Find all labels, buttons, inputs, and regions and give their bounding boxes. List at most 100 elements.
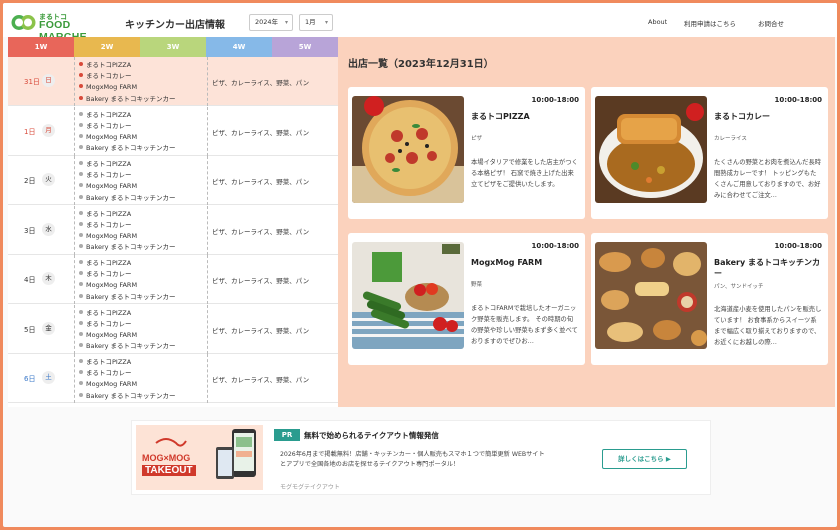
week-tab-3[interactable]: 3W — [140, 37, 206, 57]
pr-details-button[interactable]: 詳しくはこちら ▶ — [602, 449, 687, 469]
calendar-day-row[interactable]: 1日月 まるトコPIZZA まるトコカレー MogxMog FARM Bakery まる… — [8, 106, 338, 156]
shop-list-item[interactable]: まるトコPIZZA — [79, 258, 176, 269]
bullet-icon — [79, 145, 83, 150]
card-time: 10:00-18:00 — [774, 242, 822, 250]
card-description: たくさんの野菜とお肉を煮込んだ長時間熟成カレーです！ トッピングもたくさんご用意… — [714, 159, 822, 199]
shop-list-item[interactable]: Bakery まるトコキッチンカー — [79, 292, 176, 303]
shop-list: まるトコPIZZA まるトコカレー MogxMog FARM Bakery まるトコキ… — [79, 60, 176, 105]
shop-list-item[interactable]: Bakery まるトコキッチンカー — [79, 391, 176, 402]
shop-list-item[interactable]: MogxMog FARM — [79, 379, 176, 390]
site-logo[interactable]: まるトコ FOOD MARCHE — [11, 12, 121, 43]
card-category: パン、サンドイッチ — [714, 284, 764, 290]
pizza-image — [352, 96, 464, 203]
bullet-icon — [79, 392, 83, 397]
shop-list: まるトコPIZZA まるトコカレー MogxMog FARM Bakery まるトコキ… — [79, 258, 176, 303]
pr-tag: PR — [274, 429, 300, 441]
day-cell: 3日水 — [8, 206, 72, 255]
shop-card[interactable]: 10:00-18:00 MogxMog FARM 野菜 まるトコFARMで栽培し… — [348, 233, 585, 365]
week-tab-label: 3W — [166, 43, 180, 51]
shop-list-item[interactable]: MogxMog FARM — [79, 132, 176, 143]
shop-list-item[interactable]: Bakery まるトコキッチンカー — [79, 143, 176, 154]
day-of-week-badge: 火 — [42, 173, 55, 186]
day-cell: 1日月 — [8, 107, 72, 156]
nav-about[interactable]: About — [648, 18, 667, 26]
shop-list-item[interactable]: MogxMog FARM — [79, 181, 176, 192]
shop-name: まるトコカレー — [86, 121, 132, 130]
bullet-icon — [79, 210, 83, 215]
shop-name: Bakery まるトコキッチンカー — [86, 144, 176, 153]
week-tab-4[interactable]: 4W — [206, 37, 272, 57]
shop-list-item[interactable]: まるトコカレー — [79, 121, 176, 132]
year-select[interactable]: 2024年 ▾ — [249, 14, 293, 31]
shop-list-item[interactable]: まるトコカレー — [79, 71, 176, 82]
bullet-icon — [79, 260, 83, 264]
calendar-day-row[interactable]: 6日土 まるトコPIZZA まるトコカレー MogxMog FARM Bakery まる… — [8, 354, 338, 403]
shop-list-item[interactable]: まるトコPIZZA — [79, 159, 176, 170]
day-number: 6日 — [24, 375, 36, 383]
week-tab-1[interactable]: 1W — [8, 37, 74, 57]
nav-contact[interactable]: お問合せ — [758, 18, 784, 28]
shop-list-item[interactable]: まるトコPIZZA — [79, 308, 176, 319]
calendar-day-row[interactable]: 2日火 まるトコPIZZA まるトコカレー MogxMog FARM Bakery まる… — [8, 156, 338, 205]
calendar-day-row[interactable]: 31日日 まるトコPIZZA まるトコカレー MogxMog FARM Bakery ま… — [8, 57, 338, 106]
bullet-icon — [79, 293, 83, 298]
shop-list-item[interactable]: まるトコカレー — [79, 220, 176, 231]
shop-list-item[interactable]: まるトコカレー — [79, 170, 176, 181]
week-tab-5[interactable]: 5W — [272, 37, 338, 57]
shop-name: まるトコカレー — [86, 220, 132, 229]
shop-list-item[interactable]: MogxMog FARM — [79, 280, 176, 291]
shop-list: まるトコPIZZA まるトコカレー MogxMog FARM Bakery まるトコキ… — [79, 308, 176, 353]
page-title: キッチンカー出店情報 — [125, 20, 225, 31]
logo-leaf-icon — [11, 15, 36, 30]
shop-list-item[interactable]: Bakery まるトコキッチンカー — [79, 242, 176, 253]
shop-list-item[interactable]: まるトコカレー — [79, 319, 176, 330]
category-summary: ピザ、カレーライス、野菜、パン — [212, 376, 310, 384]
divider — [74, 354, 75, 403]
bullet-icon — [79, 183, 83, 188]
day-number: 3日 — [24, 226, 36, 235]
card-name: まるトコPIZZA — [471, 112, 530, 121]
bullet-icon — [79, 331, 83, 336]
week-tab-2[interactable]: 2W — [74, 37, 140, 57]
calendar-day-row[interactable]: 3日水 まるトコPIZZA まるトコカレー MogxMog FARM Bakery まる… — [8, 205, 338, 255]
month-select[interactable]: 1月 ▾ — [299, 14, 333, 31]
shop-list-item[interactable]: MogxMog FARM — [79, 330, 176, 341]
nav-apply[interactable]: 利用申請はこちら — [684, 18, 736, 28]
divider — [207, 354, 208, 403]
card-time: 10:00-18:00 — [774, 96, 822, 104]
bullet-icon — [79, 343, 83, 348]
shop-list-item[interactable]: MogxMog FARM — [79, 231, 176, 242]
shop-name: まるトコPIZZA — [86, 61, 132, 69]
shop-list-item[interactable]: Bakery まるトコキッチンカー — [79, 193, 176, 204]
shop-card[interactable]: 10:00-18:00 まるトコPIZZA ピザ 本場イタリアで修業をした店主が… — [348, 87, 585, 219]
shop-list-item[interactable]: まるトコカレー — [79, 368, 176, 379]
shop-list-item[interactable]: MogxMog FARM — [79, 82, 176, 93]
shop-list-item[interactable]: まるトコPIZZA — [79, 110, 176, 121]
shop-list-panel: 出店一覧（2023年12月31日） 10:00-18:00 まるトコPIZZA … — [338, 37, 835, 407]
category-summary: ピザ、カレーライス、野菜、パン — [212, 128, 310, 137]
shop-list: まるトコPIZZA まるトコカレー MogxMog FARM Bakery まるトコキ… — [79, 209, 176, 254]
shop-list-item[interactable]: まるトコPIZZA — [79, 357, 176, 368]
bullet-icon — [79, 370, 83, 375]
shop-card[interactable]: 10:00-18:00 Bakery まるトコキッチンカー パン、サンドイッチ … — [591, 233, 828, 365]
bullet-icon — [79, 133, 83, 138]
shop-list-item[interactable]: まるトコカレー — [79, 269, 176, 280]
calendar-day-row[interactable]: 5日金 まるトコPIZZA まるトコカレー MogxMog FARM Bakery まる… — [8, 304, 338, 354]
shop-list-item[interactable]: Bakery まるトコキッチンカー — [79, 94, 176, 105]
shop-card[interactable]: 10:00-18:00 まるトコカレー カレーライス たくさんの野菜とお肉を煮込… — [591, 87, 828, 219]
shop-list-item[interactable]: まるトコPIZZA — [79, 60, 176, 71]
chevron-down-icon: ▾ — [324, 19, 328, 26]
shop-list-item[interactable]: Bakery まるトコキッチンカー — [79, 341, 176, 352]
day-cell: 4日木 — [8, 255, 72, 304]
shop-list-item[interactable]: まるトコPIZZA — [79, 209, 176, 220]
pr-text: 2026年6月まで掲載無料！店舗・キッチンカー・個人販売もスマホ１つで簡単更新 … — [280, 451, 545, 468]
calendar-day-row[interactable]: 4日木 まるトコPIZZA まるトコカレー MogxMog FARM Bakery まる… — [8, 255, 338, 304]
week-tab-label: 5W — [298, 43, 312, 51]
pr-banner[interactable]: MOG×MOG TAKEOUT PR 無料で始められるテイクアウト情報発信 20… — [131, 420, 711, 495]
card-category: 野菜 — [471, 282, 483, 288]
shop-list: まるトコPIZZA まるトコカレー MogxMog FARM Bakery まるトコキ… — [79, 110, 176, 155]
day-number: 31日 — [24, 78, 40, 86]
month-select-value: 1月 — [305, 18, 316, 26]
week-tab-label: 4W — [232, 43, 246, 51]
bullet-icon — [79, 95, 83, 100]
